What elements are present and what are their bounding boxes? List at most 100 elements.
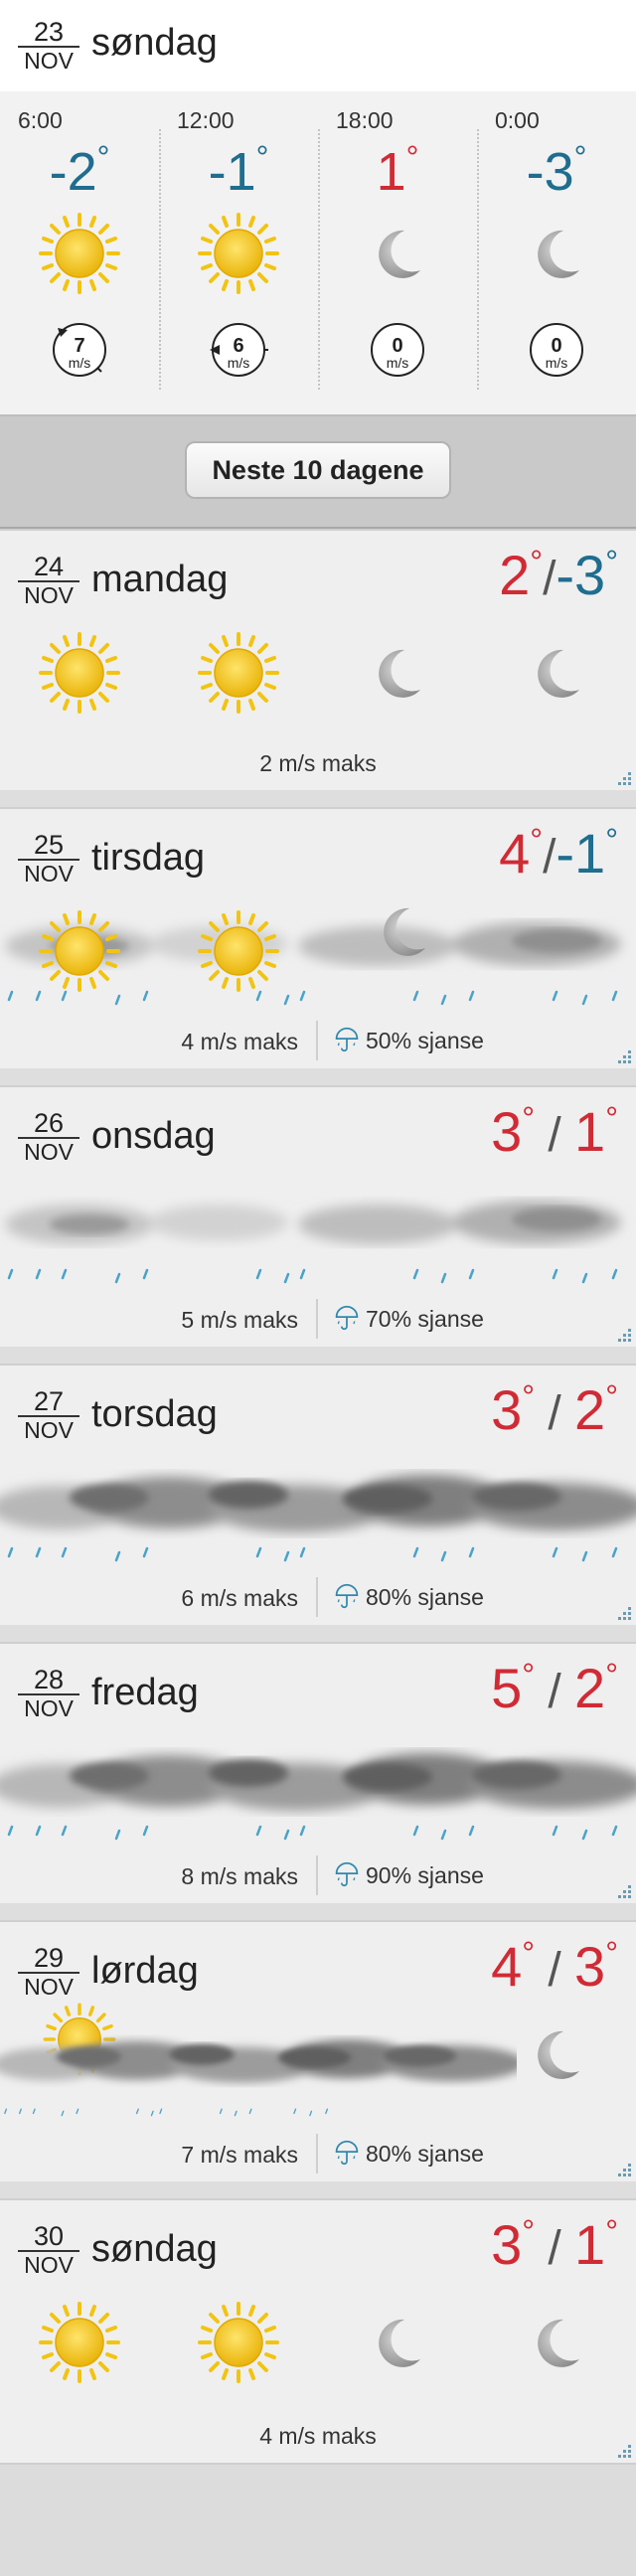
wind-unit: m/s: [69, 355, 91, 371]
day-card-26[interactable]: 26 NOV onsdag 3° / 1° 5 m/s maks 70% sja…: [0, 1085, 636, 1347]
day-footer: 5 m/s maks 70% sjanse: [0, 1299, 636, 1339]
weather-row: [0, 1165, 636, 1294]
sun-icon: [194, 209, 283, 298]
day-name: onsdag: [91, 1115, 216, 1157]
next-10-days-button[interactable]: Neste 10 dagene: [185, 441, 451, 499]
weather-row: [0, 1443, 636, 1572]
resize-grip-icon: [616, 2162, 632, 2177]
date-month: NOV: [24, 582, 74, 608]
moon-icon: [353, 209, 442, 298]
period-0000: 0:00 -3° 0 m/s: [477, 91, 636, 416]
date-badge: 27 NOV: [18, 1387, 80, 1443]
period-time: 12:00: [177, 107, 235, 133]
period-time: 0:00: [495, 107, 540, 133]
wind-speed: 0: [551, 335, 561, 357]
today-header: 23 NOV søndag: [0, 0, 636, 91]
wind-max: 2 m/s maks: [259, 750, 377, 776]
sun-icon: [35, 906, 124, 996]
rain-chance: 50% sjanse: [334, 1027, 484, 1054]
day-card-30[interactable]: 30 NOV søndag 3° / 1° 4 m/s maks: [0, 2198, 636, 2463]
temp-range: 5° / 2°: [491, 1657, 618, 1719]
weather-row: [0, 2278, 636, 2407]
wind-calm-icon: 0 m/s: [530, 323, 583, 377]
temp-range: 3° / 1°: [491, 2213, 618, 2276]
wind-speed: 0: [392, 335, 402, 357]
wind-arrow-icon: 7 m/s: [53, 323, 106, 377]
day-name: fredag: [91, 1672, 199, 1713]
wind-max: 8 m/s maks: [181, 1863, 298, 1889]
rain-icon: [0, 1264, 636, 1294]
rain-icon: [0, 986, 636, 1016]
weather-row: [0, 886, 636, 1016]
day-name: søndag: [91, 2228, 218, 2270]
weather-row: [0, 608, 636, 737]
period-temp: 1°: [376, 139, 419, 202]
period-temp: -3°: [526, 139, 587, 202]
sun-icon: [35, 2298, 124, 2387]
resize-grip-icon: [616, 1883, 632, 1899]
sun-icon: [194, 628, 283, 718]
day-card-27[interactable]: 27 NOV torsdag 3° / 2° 6 m/s maks 80% sj…: [0, 1364, 636, 1625]
day-card-25[interactable]: 25 NOV tirsdag 4°/-1° 4 m/s maks 50% sja…: [0, 807, 636, 1068]
day-card-29[interactable]: 29 NOV lørdag 4° / 3° 7 m/s maks 80% sja…: [0, 1920, 636, 2181]
temp-range: 2°/-3°: [499, 544, 618, 606]
resize-grip-icon: [616, 2443, 632, 2459]
wind-max: 4 m/s maks: [181, 1029, 298, 1054]
umbrella-icon: [334, 1305, 360, 1331]
divider: [316, 1855, 318, 1895]
day-footer: 6 m/s maks 80% sjanse: [0, 1577, 636, 1617]
period-0600: 6:00 -2° 7 m/s: [0, 91, 159, 416]
today-periods: 6:00 -2° 7 m/s 12:00 -1° 6 m/s 18:00 1° …: [0, 91, 636, 416]
resize-grip-icon: [616, 1605, 632, 1621]
rain-chance: 70% sjanse: [334, 1305, 484, 1333]
day-card-24[interactable]: 24 NOV mandag 2°/-3° 2 m/s maks: [0, 529, 636, 790]
date-number: 29: [18, 1944, 80, 1974]
divider: [316, 1021, 318, 1060]
date-number: 30: [18, 2222, 80, 2252]
wind-unit: m/s: [228, 355, 250, 371]
date-badge: 25 NOV: [18, 831, 80, 886]
date-number: 24: [18, 553, 80, 582]
period-temp: -2°: [49, 139, 110, 202]
period-temp: -1°: [208, 139, 269, 202]
date-badge: 24 NOV: [18, 553, 80, 608]
date-number: 27: [18, 1387, 80, 1417]
rain-chance: 80% sjanse: [334, 2140, 484, 2168]
day-name: søndag: [91, 22, 218, 64]
date-badge: 28 NOV: [18, 1666, 80, 1721]
wind-calm-icon: 0 m/s: [371, 323, 424, 377]
date-month: NOV: [24, 861, 74, 886]
date-month: NOV: [24, 2252, 74, 2278]
period-1200: 12:00 -1° 6 m/s: [159, 91, 318, 416]
wind-max: 4 m/s maks: [259, 2423, 377, 2449]
moon-icon: [353, 2298, 442, 2387]
date-month: NOV: [24, 1695, 74, 1721]
weather-row: [0, 1721, 636, 1851]
umbrella-icon: [334, 1861, 360, 1887]
day-footer: 8 m/s maks 90% sjanse: [0, 1855, 636, 1895]
date-badge: 23 NOV: [18, 18, 80, 74]
date-number: 23: [18, 18, 80, 48]
rain-icon: [0, 1821, 636, 1851]
day-name: lørdag: [91, 1950, 199, 1992]
date-badge: 30 NOV: [18, 2222, 80, 2278]
date-month: NOV: [24, 1417, 74, 1443]
temp-range: 4° / 3°: [491, 1935, 618, 1998]
moon-icon: [353, 628, 442, 718]
wind-max: 5 m/s maks: [181, 1307, 298, 1333]
sun-icon: [35, 209, 124, 298]
day-name: mandag: [91, 559, 229, 600]
wind-max: 6 m/s maks: [181, 1585, 298, 1611]
umbrella-icon: [334, 1583, 360, 1609]
day-card-28[interactable]: 28 NOV fredag 5° / 2° 8 m/s maks 90% sja…: [0, 1642, 636, 1903]
day-footer: 4 m/s maks: [0, 2415, 636, 2455]
weather-row: [0, 2000, 636, 2129]
date-number: 25: [18, 831, 80, 861]
date-badge: 26 NOV: [18, 1109, 80, 1165]
moon-icon: [512, 2298, 601, 2387]
moon-icon: [512, 628, 601, 718]
period-time: 18:00: [336, 107, 394, 133]
page-bottom: [0, 2463, 636, 2576]
period-1800: 18:00 1° 0 m/s: [318, 91, 477, 416]
date-month: NOV: [24, 1974, 74, 2000]
